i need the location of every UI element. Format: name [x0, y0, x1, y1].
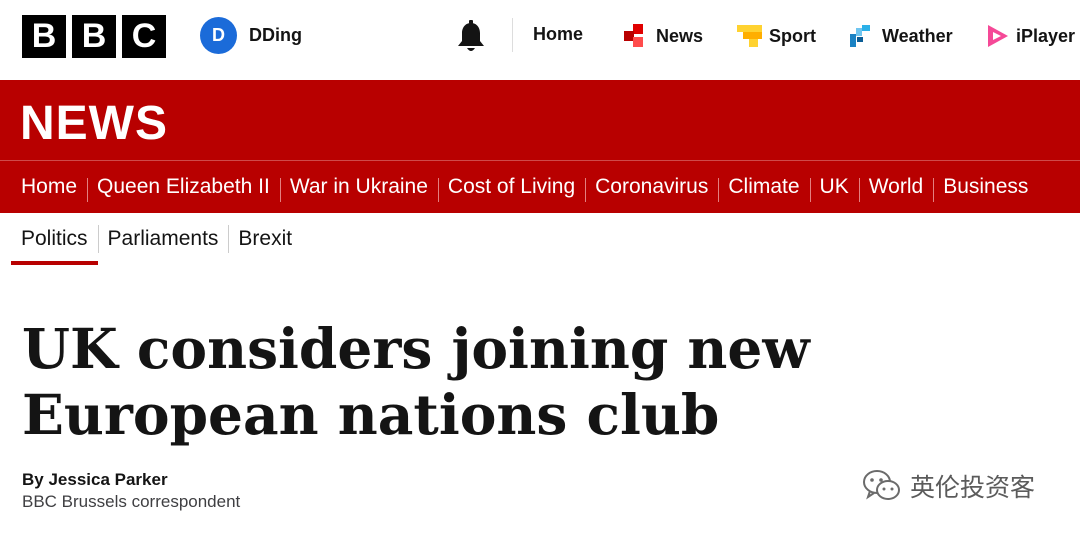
watermark-text: 英伦投资客	[910, 473, 1036, 502]
section-nav-war-in-ukraine[interactable]: War in Ukraine	[279, 175, 438, 202]
bell-icon[interactable]	[455, 20, 487, 54]
article-headline: UK considers joining new European nation…	[22, 316, 810, 447]
logo-letter: C	[122, 15, 166, 58]
section-nav-home[interactable]: Home	[0, 175, 87, 199]
topnav-sport[interactable]: Sport	[737, 24, 816, 48]
topnav-iplayer[interactable]: iPlayer	[986, 24, 1075, 48]
byline-author: By Jessica Parker	[22, 470, 168, 489]
logo-letter: B	[22, 15, 66, 58]
topnav-news[interactable]: News	[624, 24, 703, 48]
sub-nav: Politics Parliaments Brexit	[0, 213, 302, 265]
weather-icon	[850, 25, 870, 47]
topnav-label: Sport	[769, 25, 816, 46]
divider	[512, 18, 513, 52]
section-nav: Home Queen Elizabeth II War in Ukraine C…	[0, 161, 1038, 213]
byline-role: BBC Brussels correspondent	[22, 492, 241, 511]
section-nav-coronavirus[interactable]: Coronavirus	[585, 175, 718, 202]
topnav-label: Home	[533, 24, 584, 44]
avatar: D	[200, 17, 237, 54]
section-nav-business[interactable]: Business	[933, 175, 1038, 202]
section-nav-uk[interactable]: UK	[809, 175, 859, 202]
iplayer-icon	[988, 25, 1008, 47]
topnav-label: Weather	[882, 25, 953, 46]
sub-nav-politics[interactable]: Politics	[0, 213, 98, 265]
logo-letter: B	[72, 15, 116, 58]
account-name: DDing	[249, 25, 302, 45]
watermark: 英伦投资客	[862, 468, 1035, 504]
topnav-label: iPlayer	[1016, 25, 1076, 46]
section-nav-world[interactable]: World	[858, 175, 933, 202]
section-nav-climate[interactable]: Climate	[718, 175, 809, 202]
sub-nav-brexit[interactable]: Brexit	[228, 213, 302, 265]
bbc-logo[interactable]: B B C	[22, 15, 166, 58]
sport-icon	[737, 25, 762, 47]
section-nav-cost-of-living[interactable]: Cost of Living	[437, 175, 585, 202]
news-icon	[624, 24, 643, 47]
topnav-weather[interactable]: Weather	[850, 24, 953, 48]
section-nav-queen-elizabeth[interactable]: Queen Elizabeth II	[87, 175, 280, 202]
news-title[interactable]: NEWS	[20, 96, 168, 151]
topnav-home[interactable]: Home	[533, 24, 583, 45]
topnav-label: News	[656, 25, 704, 46]
top-bar: B B C D DDing Home News Sport Weather iP…	[0, 0, 1080, 80]
sub-nav-parliaments[interactable]: Parliaments	[97, 213, 229, 265]
wechat-icon	[863, 470, 900, 500]
account-button[interactable]: D DDing	[200, 17, 302, 54]
